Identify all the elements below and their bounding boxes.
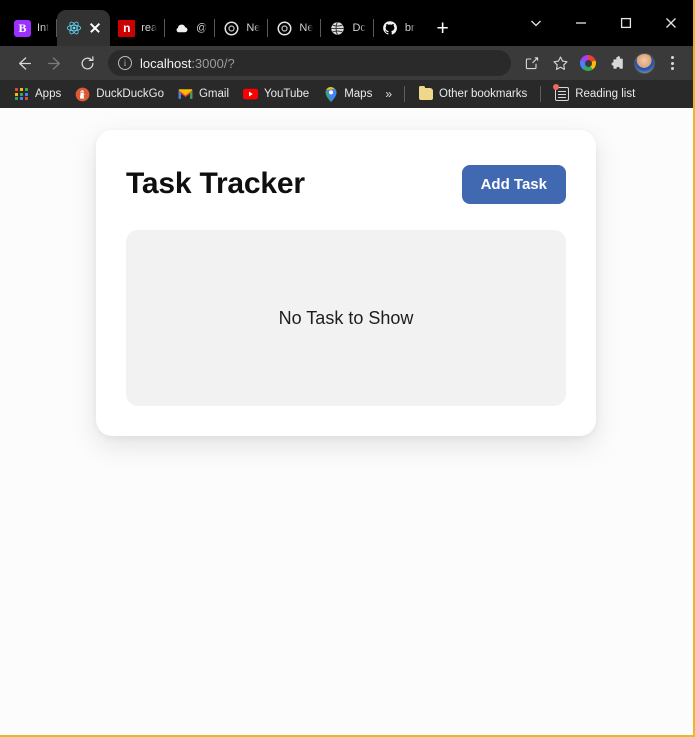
tab-strip: B Int n rea @ Ne Ne Dc br + (0, 0, 693, 46)
bookmark-apps[interactable]: Apps (8, 85, 67, 104)
tab-title: @ (196, 22, 208, 34)
browser-tab-github[interactable]: br (374, 10, 423, 46)
browser-tab-chrome-1[interactable]: Ne (215, 10, 269, 46)
page-viewport: Task Tracker Add Task No Task to Show (0, 108, 693, 735)
add-task-button[interactable]: Add Task (461, 164, 566, 204)
profile-avatar[interactable] (631, 50, 657, 76)
duckduckgo-icon (75, 87, 90, 102)
new-tab-button[interactable]: + (429, 13, 457, 43)
empty-state-message: No Task to Show (278, 307, 414, 328)
url-host: localhost (140, 55, 192, 71)
bookmark-label: Reading list (575, 88, 636, 100)
back-button[interactable] (8, 49, 38, 77)
tab-title: Dc (352, 22, 366, 34)
bookmark-star-icon[interactable] (547, 50, 573, 76)
url-text: localhost:3000/? (140, 56, 235, 71)
tab-close-icon[interactable] (88, 21, 102, 35)
app-header: Task Tracker Add Task (126, 160, 566, 208)
bootstrap-icon: B (14, 19, 31, 37)
window-controls (513, 0, 693, 46)
cloud-icon (173, 20, 190, 37)
tab-search-chevron-icon[interactable] (513, 7, 558, 39)
maps-pin-icon (323, 86, 338, 102)
tab-title: Int (37, 22, 50, 34)
github-icon (382, 20, 399, 37)
bookmark-label: YouTube (264, 88, 310, 100)
bookmark-other-bookmarks[interactable]: Other bookmarks (412, 85, 533, 104)
folder-icon (418, 85, 433, 102)
page-title: Task Tracker (126, 167, 305, 200)
chrome-icon (276, 20, 293, 37)
globe-icon (329, 20, 346, 37)
extensions-puzzle-icon[interactable] (603, 50, 629, 76)
reading-list-icon (552, 84, 569, 102)
bookmark-label: Other bookmarks (439, 88, 528, 100)
bookmarks-divider (404, 86, 406, 102)
tab-title: br (404, 22, 415, 34)
close-button[interactable] (648, 7, 693, 39)
browser-window: B Int n rea @ Ne Ne Dc br + i localhost:… (0, 0, 695, 737)
browser-toolbar: i localhost:3000/? (0, 46, 693, 80)
browser-tab-chrome-2[interactable]: Ne (268, 10, 322, 46)
browser-tab-react-active[interactable] (57, 10, 111, 46)
address-bar[interactable]: i localhost:3000/? (108, 50, 511, 76)
url-path: :3000/? (191, 55, 235, 71)
forward-button[interactable] (40, 49, 70, 77)
youtube-icon (243, 87, 258, 102)
bookmark-reading-list[interactable]: Reading list (548, 84, 641, 104)
bookmark-maps[interactable]: Maps (317, 85, 378, 104)
browser-tab-cloud[interactable]: @ (165, 10, 216, 46)
browser-tab-globe[interactable]: Dc (321, 10, 374, 46)
npm-icon: n (118, 19, 136, 37)
bookmarks-divider (540, 86, 542, 102)
apps-grid-icon (14, 87, 29, 102)
reload-button[interactable] (72, 49, 102, 77)
bookmark-gmail[interactable]: Gmail (172, 85, 235, 104)
minimize-button[interactable] (558, 7, 603, 39)
bookmarks-bar: Apps DuckDuckGo Gmail YouTube Maps » Oth… (0, 80, 693, 108)
task-tracker-card: Task Tracker Add Task No Task to Show (96, 130, 596, 436)
react-icon (65, 20, 82, 37)
bookmark-label: Maps (344, 88, 373, 100)
chrome-icon (223, 20, 240, 37)
gmail-icon (178, 87, 193, 102)
color-extension-icon[interactable] (575, 50, 601, 76)
bookmark-duckduckgo[interactable]: DuckDuckGo (69, 85, 170, 104)
browser-tab-bootstrap[interactable]: B Int (6, 10, 58, 46)
bookmark-label: Apps (35, 88, 62, 100)
bookmarks-overflow-button[interactable]: » (380, 85, 397, 103)
bookmark-youtube[interactable]: YouTube (237, 85, 315, 104)
browser-tab-npm[interactable]: n rea (110, 10, 166, 46)
bookmark-label: DuckDuckGo (96, 88, 164, 100)
browser-menu-icon[interactable] (659, 50, 685, 76)
task-list-panel: No Task to Show (126, 230, 566, 406)
tab-title: rea (141, 22, 158, 34)
site-info-icon[interactable]: i (118, 56, 132, 70)
tab-title: Ne (246, 22, 261, 34)
bookmark-label: Gmail (198, 88, 229, 100)
maximize-button[interactable] (603, 7, 648, 39)
tab-title: Ne (299, 22, 314, 34)
share-icon[interactable] (519, 50, 545, 76)
